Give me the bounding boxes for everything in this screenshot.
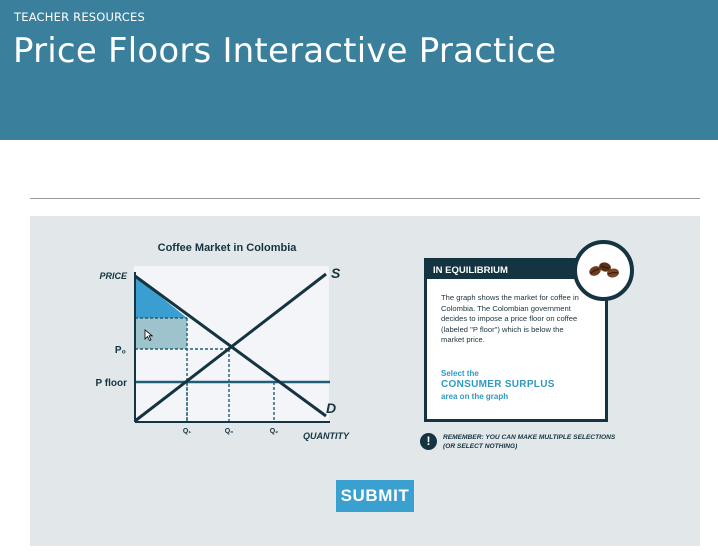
coffee-badge	[573, 240, 634, 301]
surplus-transfer-area[interactable]	[135, 318, 187, 349]
prompt-emphasis: CONSUMER SURPLUS	[441, 379, 555, 390]
coffee-beans-icon	[589, 262, 619, 278]
p0-label: P₀	[115, 345, 126, 356]
supply-label: S	[331, 265, 341, 281]
reminder-text: Remember: You can make multiple selectio…	[443, 434, 616, 450]
page-title: Price Floors Interactive Practice	[13, 31, 557, 71]
page-header: TEACHER RESOURCES Price Floors Interacti…	[0, 0, 718, 140]
prompt-line-1: Select the	[441, 369, 479, 378]
prompt-line-2: area on the graph	[441, 392, 509, 401]
scenario-description: The graph shows the market for coffee in…	[441, 293, 579, 344]
q0-label: Q₀	[225, 428, 234, 435]
exclamation-icon: !	[420, 433, 437, 450]
demand-label: D	[326, 400, 336, 416]
activity-panel: Coffee Market in Colombia PRICE P₀ P flo…	[30, 216, 700, 546]
graph-title: Coffee Market in Colombia	[158, 242, 298, 254]
price-floor-label: P floor	[96, 378, 128, 389]
section-eyebrow: TEACHER RESOURCES	[14, 10, 145, 24]
price-axis-label: PRICE	[99, 271, 128, 281]
reminder-note: ! Remember: You can make multiple select…	[420, 433, 620, 455]
quantity-axis-label: QUANTITY	[303, 431, 350, 441]
task-prompt: Select the CONSUMER SURPLUS area on the …	[441, 368, 591, 402]
submit-button[interactable]: SUBMIT	[336, 480, 414, 512]
divider	[30, 198, 700, 199]
q1-label: Q₁	[183, 428, 191, 435]
q2-label: Q₂	[270, 428, 279, 435]
